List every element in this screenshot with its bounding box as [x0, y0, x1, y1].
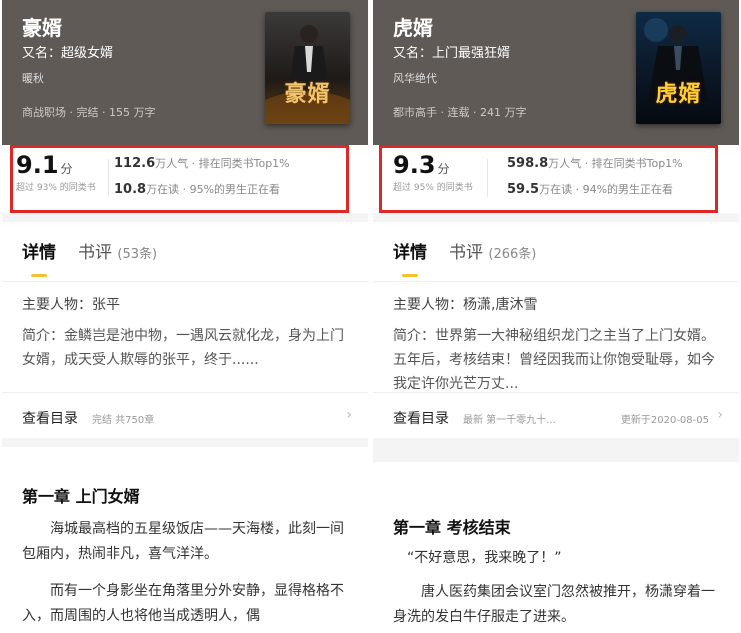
score-value: 9.1 [16, 151, 59, 179]
tab-bar: 详情 书评 (53条) [22, 238, 157, 263]
book-alias: 又名：超级女婿 [22, 46, 114, 61]
book-meta: 都市高手 · 连载 · 241 万字 [393, 106, 527, 119]
score-unit: 分 [60, 162, 73, 176]
book-author[interactable]: 风华绝代 [393, 70, 437, 86]
popularity-stat: 598.8万人气 · 排在同类书Top1% [507, 155, 683, 171]
tab-reviews[interactable]: 书评 (53条) [78, 243, 157, 263]
popularity-stat: 112.6万人气 · 排在同类书Top1% [114, 155, 290, 171]
rating-divider [108, 159, 109, 197]
score-value: 9.3 [393, 151, 436, 179]
main-characters: 主要人物：张平 [22, 297, 120, 313]
chapter-title: 第一章 上门女婿 [22, 487, 140, 506]
score-block: 9.1 分 超过 93% 的同类书 [16, 151, 96, 193]
score-block: 9.3 分 超过 95% 的同类书 [393, 151, 473, 193]
book-title: 豪婿 [22, 16, 62, 40]
chapter-preview: 第一章 上门女婿 海城最高档的五星级饭店——天海楼，此刻一间包厢内，热闹非凡，喜… [2, 447, 368, 633]
book-alias: 又名：上门最强狂婿 [393, 46, 511, 61]
popularity-text: 万人气 · 排在同类书Top1% [155, 157, 290, 170]
book-detail-screen-left: 豪婿 又名：超级女婿 暖秋 商战职场 · 完结 · 155 万字 豪婿 9.1 … [2, 0, 368, 633]
book-cover[interactable]: 虎婿 [636, 12, 721, 124]
active-tab-indicator [31, 274, 47, 277]
chapter-title: 第一章 考核结束 [393, 518, 511, 537]
readers-number: 10.8 [114, 182, 147, 197]
tab-bar: 详情 书评 (266条) [393, 238, 536, 263]
toc-label: 查看目录 [393, 411, 449, 427]
rating-divider [487, 159, 488, 197]
review-count: (53条) [117, 247, 158, 262]
book-title: 虎婿 [393, 16, 433, 40]
active-tab-indicator [402, 274, 418, 277]
table-of-contents-row[interactable]: 查看目录 最新 第一千零九十... 更新于2020-08-05 › [373, 392, 739, 438]
score-unit: 分 [437, 162, 450, 176]
tab-reviews-label: 书评 [449, 243, 483, 263]
readers-stat: 10.8万在读 · 95%的男生正在看 [114, 181, 280, 197]
cover-title-text: 豪婿 [284, 82, 331, 107]
table-of-contents-row[interactable]: 查看目录 完结 共750章 › [2, 392, 368, 438]
tab-details[interactable]: 详情 [393, 243, 427, 263]
toc-info: 完结 共750章 [92, 415, 155, 426]
main-characters: 主要人物：杨潇,唐沐雪 [393, 297, 538, 313]
book-detail-screen-right: 虎婿 又名：上门最强狂婿 风华绝代 都市高手 · 连载 · 241 万字 虎婿 [373, 0, 739, 633]
tab-divider [373, 281, 739, 282]
score-subtext: 超过 95% 的同类书 [393, 183, 473, 193]
details-section: 详情 书评 (53条) 主要人物：张平 简介：金鳞岂是池中物，一遇风云就化龙，身为… [2, 222, 368, 438]
book-header: 虎婿 又名：上门最强狂婿 风华绝代 都市高手 · 连载 · 241 万字 虎婿 [373, 0, 739, 145]
readers-stat: 59.5万在读 · 94%的男生正在看 [507, 181, 673, 197]
book-intro[interactable]: 简介：金鳞岂是池中物，一遇风云就化龙，身为上门女婿，成天受人欺辱的张平，终于..… [22, 324, 350, 372]
book-header: 豪婿 又名：超级女婿 暖秋 商战职场 · 完结 · 155 万字 豪婿 [2, 0, 368, 145]
tab-reviews[interactable]: 书评 (266条) [449, 243, 536, 263]
book-intro[interactable]: 简介：世界第一大神秘组织龙门之主当了上门女婿。五年后，考核结束！曾经因我而让你饱… [393, 324, 721, 396]
chevron-right-icon: › [717, 407, 723, 423]
toc-label: 查看目录 [22, 411, 78, 427]
review-count: (266条) [488, 247, 537, 262]
readers-number: 59.5 [507, 182, 540, 197]
chapter-paragraph: “不好意思，我来晚了！” [407, 550, 562, 566]
readers-text: 万在读 · 94%的男生正在看 [539, 183, 674, 196]
rating-panel: 9.3 分 超过 95% 的同类书 598.8万人气 · 排在同类书Top1% 5… [373, 145, 739, 213]
tab-divider [2, 281, 368, 282]
score-subtext: 超过 93% 的同类书 [16, 183, 96, 193]
toc-info: 最新 第一千零九十... [463, 415, 556, 426]
chapter-paragraph: 而有一个身影坐在角落里分外安静，显得格格不入，而周围的人也将他当成透明人，偶 [22, 583, 344, 624]
cover-title-text: 虎婿 [655, 82, 702, 107]
tab-details[interactable]: 详情 [22, 243, 56, 263]
popularity-text: 万人气 · 排在同类书Top1% [548, 157, 683, 170]
chapter-paragraph: 海城最高档的五星级饭店——天海楼，此刻一间包厢内，热闹非凡，喜气洋洋。 [22, 521, 344, 562]
readers-text: 万在读 · 95%的男生正在看 [146, 183, 281, 196]
book-meta: 商战职场 · 完结 · 155 万字 [22, 106, 156, 119]
chevron-right-icon: › [346, 407, 352, 423]
toc-update-date: 更新于2020-08-05 [620, 415, 709, 426]
details-section: 详情 书评 (266条) 主要人物：杨潇,唐沐雪 简介：世界第一大神秘组织龙门之主… [373, 222, 739, 438]
book-cover[interactable]: 豪婿 [265, 12, 350, 124]
rating-panel: 9.1 分 超过 93% 的同类书 112.6万人气 · 排在同类书Top1% 1… [2, 145, 368, 213]
popularity-number: 112.6 [114, 156, 156, 171]
chapter-preview: 第一章 考核结束 “不好意思，我来晚了！” 唐人医药集团会议室门忽然被推开，杨潇… [373, 462, 739, 633]
book-author[interactable]: 暖秋 [22, 70, 44, 86]
chapter-paragraph: 唐人医药集团会议室门忽然被推开，杨潇穿着一身洗的发白牛仔服走了进来。 [393, 584, 715, 625]
popularity-number: 598.8 [507, 156, 549, 171]
tab-reviews-label: 书评 [78, 243, 112, 263]
